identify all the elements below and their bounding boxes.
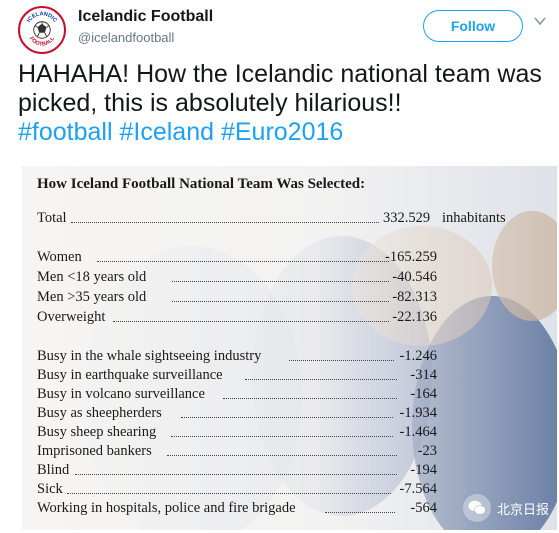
chevron-down-icon[interactable] [533, 14, 547, 28]
wechat-icon [462, 494, 491, 522]
total-row: Total 332.529 inhabitants [37, 210, 517, 230]
display-name[interactable]: Icelandic Football [78, 8, 213, 26]
total-value: 332.529 [383, 210, 431, 226]
tweet-body: HAHAHA! How the Icelandic national team … [18, 60, 542, 117]
total-unit: inhabitants [442, 210, 506, 226]
total-label: Total [37, 210, 67, 226]
watermark: 北京日报 [462, 494, 549, 522]
table-title: How Iceland Football National Team Was S… [37, 176, 366, 192]
list-item: Men >35 years old -82.313 [37, 289, 437, 305]
hashtag-iceland[interactable]: #Iceland [119, 118, 214, 146]
list-item: Blind -194 [37, 462, 437, 478]
list-item: Men <18 years old -40.546 [37, 269, 437, 285]
watermark-text: 北京日报 [496, 501, 549, 517]
list-item: Busy in earthquake surveillance -314 [37, 367, 437, 383]
tweet-image[interactable]: How Iceland Football National Team Was S… [22, 166, 557, 530]
football-badge-icon: ICELANDIC FOOTBALL [21, 9, 63, 51]
tweet-text: HAHAHA! How the Icelandic national team … [18, 60, 548, 147]
list-item: Busy in volcano surveillance -164 [37, 386, 437, 402]
list-item: Imprisoned bankers -23 [37, 443, 437, 459]
list-item: Sick -7.564 [37, 481, 437, 497]
hashtag-football[interactable]: #football [18, 118, 113, 146]
list-item: Busy sheep shearing -1.464 [37, 424, 437, 440]
list-item: Working in hospitals, police and fire br… [37, 500, 437, 516]
follow-button[interactable]: Follow [423, 10, 523, 42]
list-item: Busy in the whale sightseeing industry -… [37, 348, 437, 364]
handle[interactable]: @icelandfootball [78, 30, 174, 45]
list-item: Overweight -22.136 [37, 309, 437, 325]
list-item: Women -165.259 [37, 249, 437, 265]
hashtag-euro2016[interactable]: #Euro2016 [221, 118, 343, 146]
avatar[interactable]: ICELANDIC FOOTBALL [18, 6, 66, 54]
list-item: Busy as sheepherders -1.934 [37, 405, 437, 421]
